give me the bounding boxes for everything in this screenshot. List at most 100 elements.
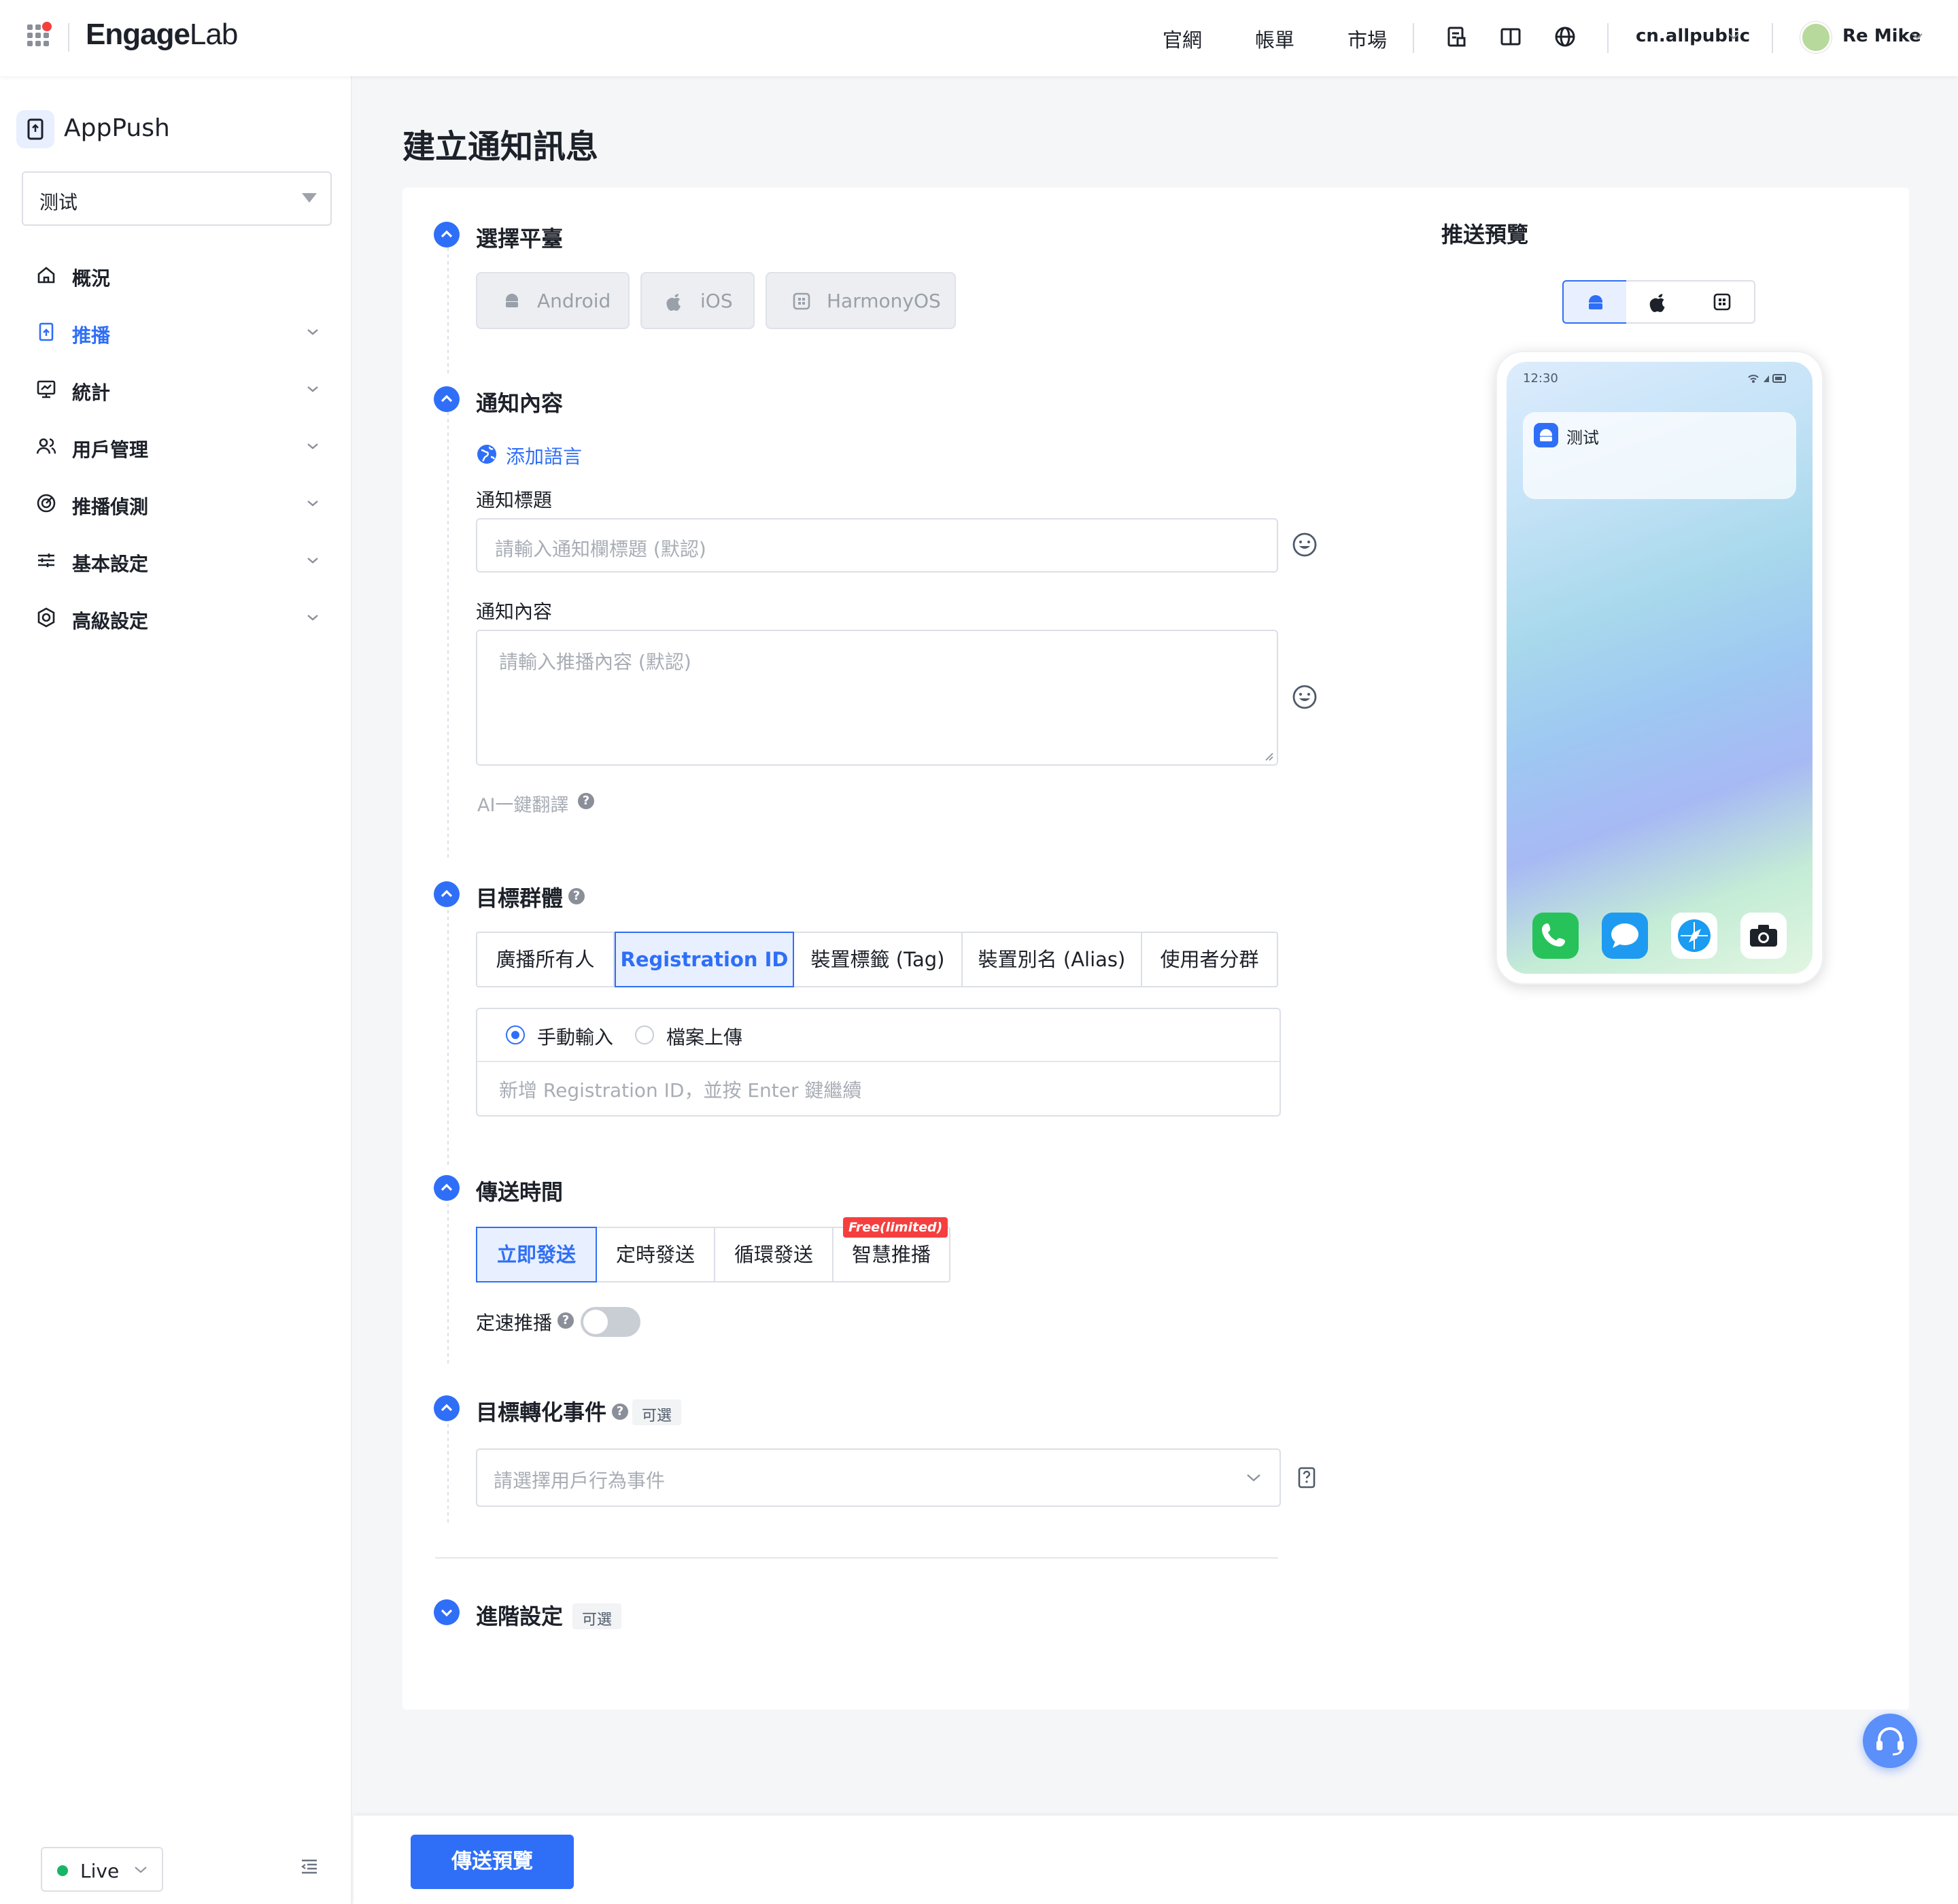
support-chat-button[interactable] xyxy=(1863,1714,1917,1768)
tab-registration-id[interactable]: Registration ID xyxy=(615,932,794,987)
conversion-event-placeholder: 請選擇用戶行為事件 xyxy=(494,1469,666,1492)
tab-send-scheduled[interactable]: 定時發送 xyxy=(597,1228,715,1281)
gear-icon xyxy=(37,607,55,628)
collapse-section-icon[interactable] xyxy=(434,386,460,412)
chevron-down-icon xyxy=(1912,33,1923,39)
globe-icon[interactable] xyxy=(1553,24,1577,49)
environment-selector[interactable]: Live xyxy=(41,1847,163,1892)
free-limited-badge: Free(limited) xyxy=(843,1217,948,1238)
sidebar-item-label: 高級設定 xyxy=(72,610,149,632)
apps-grid-icon[interactable] xyxy=(27,22,52,48)
emoji-icon[interactable] xyxy=(1292,532,1318,558)
preview-ios-tab[interactable] xyxy=(1626,280,1691,324)
section-title-audience: 目標群體 xyxy=(476,885,564,911)
section-divider xyxy=(435,1557,1278,1559)
phone-app-icon xyxy=(1532,913,1579,959)
radio-manual-input-label[interactable]: 手動輸入 xyxy=(537,1023,613,1050)
brand-logo[interactable]: EngageLab xyxy=(86,18,238,52)
sidebar-item-label: 推播偵測 xyxy=(72,496,149,518)
sidebar-item-advanced-settings[interactable]: 高級設定 xyxy=(35,597,321,638)
harmony-icon xyxy=(1713,293,1731,311)
radio-file-upload-label[interactable]: 檔案上傳 xyxy=(666,1023,742,1050)
app-selector-value: 测试 xyxy=(39,191,78,214)
book-icon[interactable] xyxy=(1498,24,1523,49)
nav-official-site[interactable]: 官網 xyxy=(1163,24,1202,53)
platform-harmonyos-button[interactable]: HarmonyOS xyxy=(766,272,956,329)
sidebar-item-stats[interactable]: 統計 xyxy=(35,369,321,409)
tab-device-tag[interactable]: 裝置標籤 (Tag) xyxy=(794,933,963,986)
section-title-advanced: 進階設定 xyxy=(476,1603,564,1629)
add-language-link[interactable]: 添加語言 xyxy=(476,441,625,468)
conversion-event-select[interactable]: 請選擇用戶行為事件 xyxy=(476,1448,1281,1507)
section-title-platform: 選擇平臺 xyxy=(476,226,564,252)
collapse-section-icon[interactable] xyxy=(434,881,460,907)
platform-android-button[interactable]: Android xyxy=(476,272,630,329)
page-title: 建立通知訊息 xyxy=(402,128,599,166)
nav-market[interactable]: 市場 xyxy=(1347,24,1387,53)
sidebar-item-label: 概況 xyxy=(72,267,111,290)
help-icon[interactable]: ? xyxy=(557,1312,574,1329)
resize-handle-icon[interactable] xyxy=(1263,751,1274,762)
sidebar-item-basic-settings[interactable]: 基本設定 xyxy=(35,540,321,581)
notification-title-input[interactable]: 請輸入通知欄標題 (默認) xyxy=(476,518,1278,573)
notification-body-textarea[interactable]: 請輸入推播內容 (默認) xyxy=(476,630,1278,766)
chevron-down-icon xyxy=(307,386,318,392)
notification-preview-card xyxy=(1523,412,1796,499)
help-icon[interactable]: ? xyxy=(568,888,585,904)
users-icon xyxy=(36,438,56,454)
sidebar-item-label: 用戶管理 xyxy=(72,439,149,461)
audience-tabs: 廣播所有人 Registration ID 裝置標籤 (Tag) 裝置別名 (A… xyxy=(476,932,1278,987)
harmony-icon xyxy=(793,292,810,310)
rate-limit-toggle[interactable] xyxy=(581,1307,640,1337)
emoji-icon[interactable] xyxy=(1292,684,1318,710)
collapse-sidebar-icon[interactable] xyxy=(299,1856,320,1877)
docs-help-icon[interactable] xyxy=(1296,1466,1318,1489)
app-push-icon xyxy=(16,110,54,148)
android-icon xyxy=(1589,295,1602,309)
section-title-content: 通知內容 xyxy=(476,390,564,416)
registration-id-input[interactable]: 新增 Registration ID，並按 Enter 鍵繼續 xyxy=(499,1076,861,1103)
preview-harmony-tab[interactable] xyxy=(1690,280,1755,324)
collapse-section-icon[interactable] xyxy=(434,222,460,248)
platform-ios-button[interactable]: iOS xyxy=(640,272,755,329)
apple-icon xyxy=(1649,294,1665,312)
tab-send-now[interactable]: 立即發送 xyxy=(476,1227,597,1282)
messages-app-icon xyxy=(1602,913,1648,959)
expand-section-icon[interactable] xyxy=(434,1599,460,1625)
help-icon[interactable]: ? xyxy=(578,793,594,809)
chevron-down-icon xyxy=(307,558,318,564)
chevron-down-icon xyxy=(307,443,318,449)
sidebar-item-label: 基本設定 xyxy=(72,553,149,575)
sidebar-item-push-detection[interactable]: 推播偵測 xyxy=(35,483,321,524)
radio-manual-input[interactable] xyxy=(506,1025,525,1044)
send-preview-button[interactable]: 傳送預覽 xyxy=(411,1835,574,1889)
app-icon xyxy=(1534,423,1558,447)
sidebar-item-push[interactable]: 推播 xyxy=(35,311,321,352)
preview-android-tab[interactable] xyxy=(1562,280,1628,324)
section-title-conversion: 目標轉化事件 xyxy=(476,1399,607,1425)
collapse-section-icon[interactable] xyxy=(434,1395,460,1421)
notification-preview-app: 测试 xyxy=(1566,428,1599,447)
status-icons xyxy=(1748,374,1786,383)
document-icon[interactable] xyxy=(1444,24,1468,49)
tab-user-segment[interactable]: 使用者分群 xyxy=(1142,933,1277,986)
sidebar-item-users[interactable]: 用戶管理 xyxy=(35,426,321,466)
collapse-section-icon[interactable] xyxy=(434,1175,460,1201)
tab-broadcast-all[interactable]: 廣播所有人 xyxy=(477,933,615,986)
ai-translate-link[interactable]: AI一鍵翻譯 xyxy=(477,790,568,817)
live-status-dot xyxy=(57,1865,68,1876)
app-selector[interactable]: 测试 xyxy=(22,171,332,226)
optional-tag: 可選 xyxy=(632,1399,682,1425)
help-icon[interactable]: ? xyxy=(612,1404,628,1420)
avatar[interactable] xyxy=(1800,22,1832,53)
nav-billing[interactable]: 帳單 xyxy=(1255,24,1294,53)
optional-tag: 可選 xyxy=(572,1603,622,1629)
tab-send-recurring[interactable]: 循環發送 xyxy=(715,1228,834,1281)
notification-body-placeholder: 請輸入推播內容 (默認) xyxy=(499,651,691,673)
tab-device-alias[interactable]: 裝置別名 (Alias) xyxy=(963,933,1142,986)
user-menu[interactable]: Re Mike xyxy=(1842,26,1921,46)
chevron-down-icon xyxy=(307,500,318,507)
apple-icon xyxy=(666,294,681,311)
sidebar-item-overview[interactable]: 概況 xyxy=(35,254,321,295)
radio-file-upload[interactable] xyxy=(635,1025,654,1044)
